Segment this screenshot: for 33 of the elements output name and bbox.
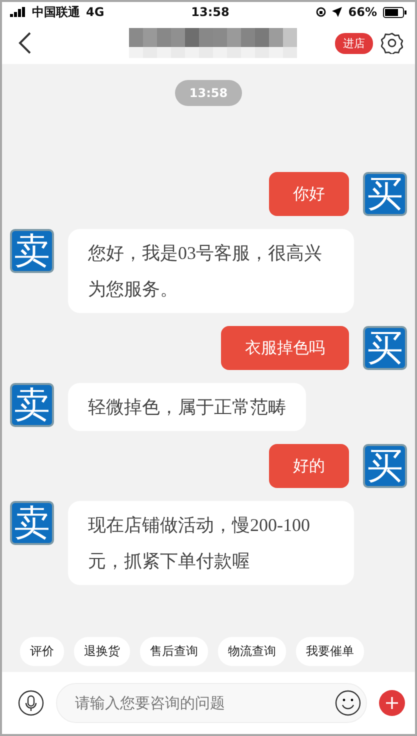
quick-reply-chip[interactable]: 物流查询	[218, 637, 286, 666]
plus-icon	[385, 696, 399, 710]
quick-reply-chip[interactable]: 评价	[20, 637, 64, 666]
back-icon[interactable]	[18, 32, 32, 54]
battery-icon	[383, 6, 408, 18]
network-type: 4G	[86, 5, 104, 19]
avatar: 买	[363, 172, 407, 216]
avatar: 买	[363, 326, 407, 370]
avatar: 买	[363, 444, 407, 488]
settings-icon[interactable]	[381, 32, 403, 54]
received-message-bubble: 现在店铺做活动，慢200-100元，抓紧下单付款喔	[68, 501, 354, 585]
carrier-name: 中国联通	[32, 4, 80, 20]
smiley-icon[interactable]	[335, 690, 361, 716]
microphone-icon[interactable]	[18, 690, 44, 716]
quick-reply-chip[interactable]: 我要催单	[296, 637, 364, 666]
signal-icon	[10, 7, 26, 17]
message-input-field[interactable]: 请输入您要咨询的问题	[56, 683, 367, 723]
avatar: 卖	[10, 229, 54, 273]
received-message-bubble: 轻微掉色，属于正常范畴	[68, 383, 306, 431]
timestamp-pill: 13:58	[175, 80, 242, 106]
location-icon	[332, 7, 342, 17]
quick-reply-chip[interactable]: 退换货	[74, 637, 130, 666]
sent-message-bubble: 衣服掉色吗	[221, 326, 349, 370]
battery-percent: 66%	[348, 5, 378, 19]
avatar: 卖	[10, 501, 54, 545]
avatar: 卖	[10, 383, 54, 427]
sent-message-bubble: 你好	[269, 172, 349, 216]
quick-reply-chip[interactable]: 售后查询	[140, 637, 208, 666]
add-button[interactable]	[379, 690, 405, 716]
store-button[interactable]: 进店	[335, 32, 373, 54]
received-message-bubble: 您好，我是03号客服，很高兴为您服务。	[68, 229, 354, 313]
status-time: 13:58	[191, 5, 230, 19]
sent-message-bubble: 好的	[269, 444, 349, 488]
